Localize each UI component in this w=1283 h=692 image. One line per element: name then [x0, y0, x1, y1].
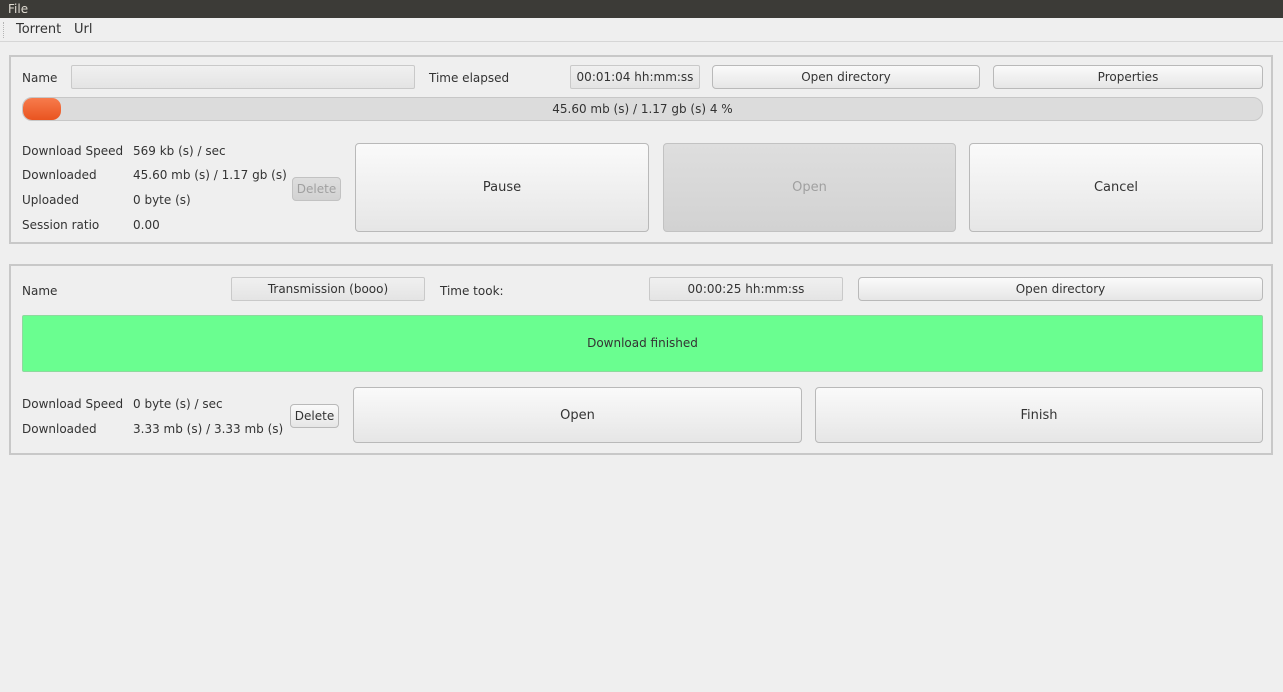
open-directory-button[interactable]: Open directory: [858, 277, 1263, 301]
downloaded-label: Downloaded: [22, 422, 97, 436]
toolbar-grip: [3, 22, 6, 38]
uploaded-label: Uploaded: [22, 193, 80, 207]
time-elapsed-value: 00:01:04 hh:mm:ss: [570, 65, 700, 89]
downloaded-value: 3.33 mb (s) / 3.33 mb (s): [133, 422, 284, 436]
window-titlebar: File: [0, 0, 1283, 18]
finish-button[interactable]: Finish: [815, 387, 1263, 443]
menu-torrent[interactable]: Torrent: [16, 21, 61, 39]
downloaded-value: 45.60 mb (s) / 1.17 gb (s): [133, 168, 287, 182]
session-ratio-label: Session ratio: [22, 218, 100, 232]
name-field: Transmission (booo): [231, 277, 425, 301]
download-speed-label: Download Speed: [22, 144, 124, 158]
name-label: Name: [22, 284, 58, 298]
time-took-label: Time took:: [440, 284, 504, 298]
downloaded-label: Downloaded: [22, 168, 97, 182]
download-speed-value: 569 kb (s) / sec: [133, 144, 226, 158]
pause-button[interactable]: Pause: [355, 143, 649, 232]
delete-button[interactable]: Delete: [292, 177, 341, 201]
open-button[interactable]: Open: [353, 387, 802, 443]
download-finished-bar: Download finished: [22, 315, 1263, 372]
name-label: Name: [22, 71, 58, 85]
menu-url[interactable]: Url: [74, 21, 92, 39]
download-speed-value: 0 byte (s) / sec: [133, 397, 223, 411]
delete-button[interactable]: Delete: [290, 404, 339, 428]
open-directory-button[interactable]: Open directory: [712, 65, 980, 89]
cancel-button[interactable]: Cancel: [969, 143, 1263, 232]
name-field: [71, 65, 415, 89]
uploaded-value: 0 byte (s): [133, 193, 191, 207]
progress-text: 45.60 mb (s) / 1.17 gb (s) 4 %: [552, 102, 733, 116]
session-ratio-value: 0.00: [133, 218, 160, 232]
menubar: Torrent Url: [0, 18, 1283, 42]
finished-download-panel: Name Transmission (booo) Time took: 00:0…: [9, 264, 1273, 455]
time-elapsed-label: Time elapsed: [429, 71, 510, 85]
open-button[interactable]: Open: [663, 143, 956, 232]
time-took-value: 00:00:25 hh:mm:ss: [649, 277, 843, 301]
active-download-panel: Name Time elapsed 00:01:04 hh:mm:ss Open…: [9, 55, 1273, 244]
download-progress-bar: 45.60 mb (s) / 1.17 gb (s) 4 %: [22, 97, 1263, 121]
properties-button[interactable]: Properties: [993, 65, 1263, 89]
window-title: File: [8, 2, 29, 16]
download-speed-label: Download Speed: [22, 397, 124, 411]
